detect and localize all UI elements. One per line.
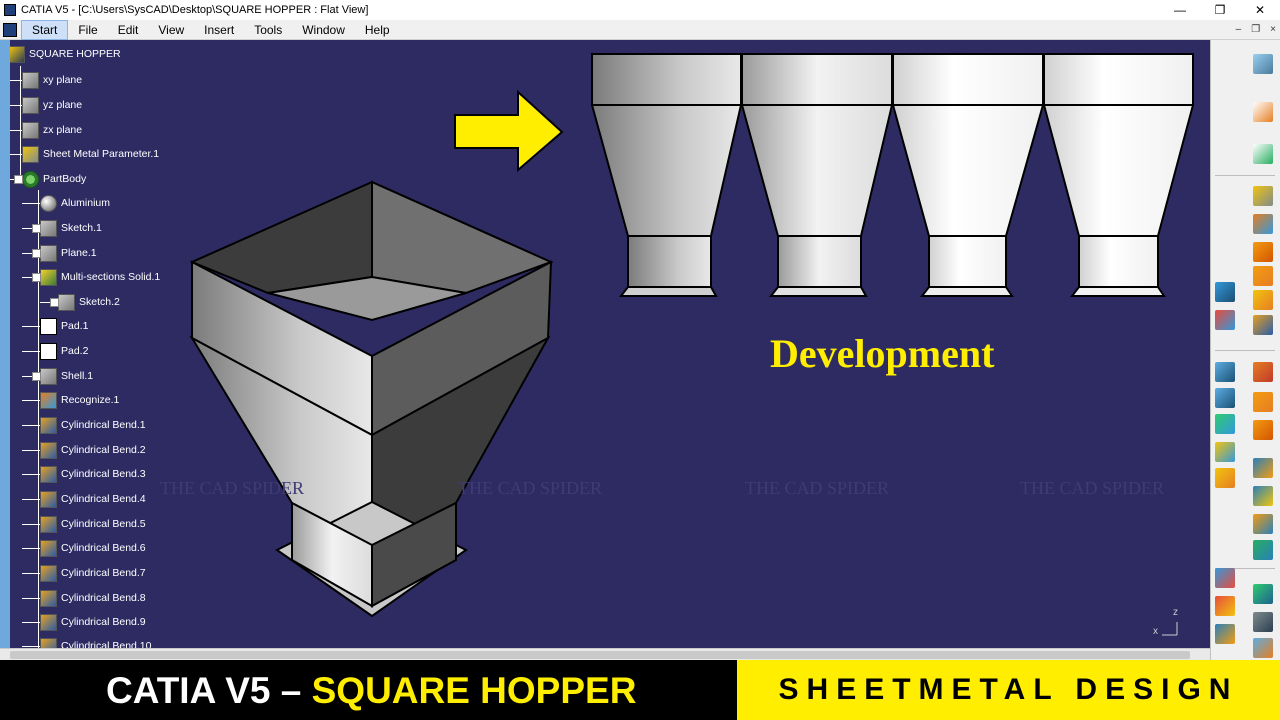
material-icon[interactable]	[1215, 468, 1235, 488]
flange-icon[interactable]	[1253, 266, 1273, 286]
horizontal-scrollbar[interactable]	[0, 648, 1210, 660]
cylindrical-bend-icon[interactable]	[1253, 315, 1273, 335]
watermark-text: THE CAD SPIDER	[745, 478, 890, 498]
menu-tools[interactable]: Tools	[244, 20, 292, 40]
left-scroll-edge[interactable]	[0, 40, 10, 648]
menu-help[interactable]: Help	[355, 20, 400, 40]
dev-panel-3	[891, 53, 1045, 297]
right-toolbar	[1210, 40, 1280, 660]
menu-view[interactable]: View	[148, 20, 194, 40]
banner-title: CATIA V5 – SQUARE HOPPER	[106, 670, 636, 712]
save-dxf-icon[interactable]	[1253, 584, 1273, 604]
pattern-icon[interactable]	[1215, 568, 1235, 588]
front-view-icon[interactable]	[1215, 388, 1235, 408]
compass-z-label: z	[1173, 607, 1178, 618]
watermark-text: THE CAD SPIDER	[1020, 478, 1165, 498]
scrollbar-thumb[interactable]	[10, 651, 1190, 659]
save-icon[interactable]	[1253, 612, 1273, 632]
dev-panel-1	[590, 53, 743, 297]
bottom-banner: CATIA V5 – SQUARE HOPPER SHEETMETAL DESI…	[0, 660, 1280, 720]
watermark-text: THE CAD SPIDER	[160, 478, 305, 498]
sketcher-icon[interactable]	[1253, 144, 1273, 164]
doc-close-button[interactable]: ×	[1270, 20, 1276, 40]
constraint-icon[interactable]	[1215, 310, 1235, 330]
menu-edit[interactable]: Edit	[108, 20, 149, 40]
menu-insert[interactable]: Insert	[194, 20, 244, 40]
menu-window[interactable]: Window	[292, 20, 355, 40]
toolbar-separator	[1215, 175, 1275, 176]
corner-relief-icon[interactable]	[1253, 540, 1273, 560]
tools-icon[interactable]	[1253, 638, 1273, 658]
3d-viewport[interactable]: SQUARE HOPPER xy plane yz plane zx plane She…	[0, 40, 1210, 648]
mirror-icon[interactable]	[1215, 596, 1235, 616]
fold-icon[interactable]	[1253, 392, 1273, 412]
banner-title-prefix: CATIA V5 –	[106, 670, 312, 711]
hopper-3d-model[interactable]	[189, 180, 554, 618]
maximize-button[interactable]: ❐	[1200, 0, 1240, 20]
dev-panel-4	[1042, 53, 1195, 297]
window-title: CATIA V5 - [C:\Users\SysCAD\Desktop\SQUA…	[21, 4, 369, 16]
arrow-icon	[454, 89, 564, 173]
workbench-icon[interactable]	[1253, 54, 1273, 74]
development-label: Development	[770, 331, 995, 376]
wall-icon[interactable]	[1253, 242, 1273, 262]
translate-icon[interactable]	[1215, 624, 1235, 644]
geometry-canvas[interactable]	[0, 40, 1210, 648]
menu-bar: Start File Edit View Insert Tools Window…	[0, 19, 1280, 40]
document-window-controls: – ❐ ×	[1236, 20, 1276, 40]
cut-icon[interactable]	[1253, 458, 1273, 478]
hopper-icon[interactable]	[1253, 290, 1273, 310]
stamp-icon[interactable]	[1253, 514, 1273, 534]
minimize-button[interactable]: —	[1160, 0, 1200, 20]
banner-title-accent: SQUARE HOPPER	[311, 670, 637, 711]
sheet-metal-parameters-icon[interactable]	[1253, 186, 1273, 206]
dev-panel-2	[740, 53, 894, 297]
banner-tag: SHEETMETAL DESIGN	[737, 660, 1280, 720]
hole-icon[interactable]	[1253, 486, 1273, 506]
document-icon[interactable]	[3, 22, 17, 37]
watermark-text: THE CAD SPIDER	[458, 478, 603, 498]
banner-tag-text: SHEETMETAL DESIGN	[778, 673, 1239, 706]
recognize-icon[interactable]	[1253, 214, 1273, 234]
measure-icon[interactable]	[1215, 282, 1235, 302]
close-button[interactable]: ✕	[1240, 0, 1280, 20]
window-controls: — ❐ ✕	[1160, 0, 1280, 20]
doc-restore-button[interactable]: ❐	[1251, 20, 1260, 40]
menu-start[interactable]: Start	[21, 19, 69, 40]
axis-compass[interactable]	[1162, 622, 1178, 636]
catia-app-icon	[4, 4, 16, 16]
box-view-icon[interactable]	[1215, 362, 1235, 382]
flat-development[interactable]	[590, 53, 1195, 297]
doc-minimize-button[interactable]: –	[1236, 20, 1242, 40]
unfold-icon[interactable]	[1253, 362, 1273, 382]
title-bar: CATIA V5 - [C:\Users\SysCAD\Desktop\SQUA…	[0, 0, 1280, 20]
menu-file[interactable]: File	[68, 20, 107, 40]
compass-x-label: x	[1153, 626, 1158, 637]
shading-icon[interactable]	[1215, 442, 1235, 462]
flat-view-icon[interactable]	[1215, 414, 1235, 434]
point-to-point-icon[interactable]	[1253, 420, 1273, 440]
toolbar-separator	[1215, 350, 1275, 351]
select-arrow-icon[interactable]	[1253, 102, 1273, 122]
